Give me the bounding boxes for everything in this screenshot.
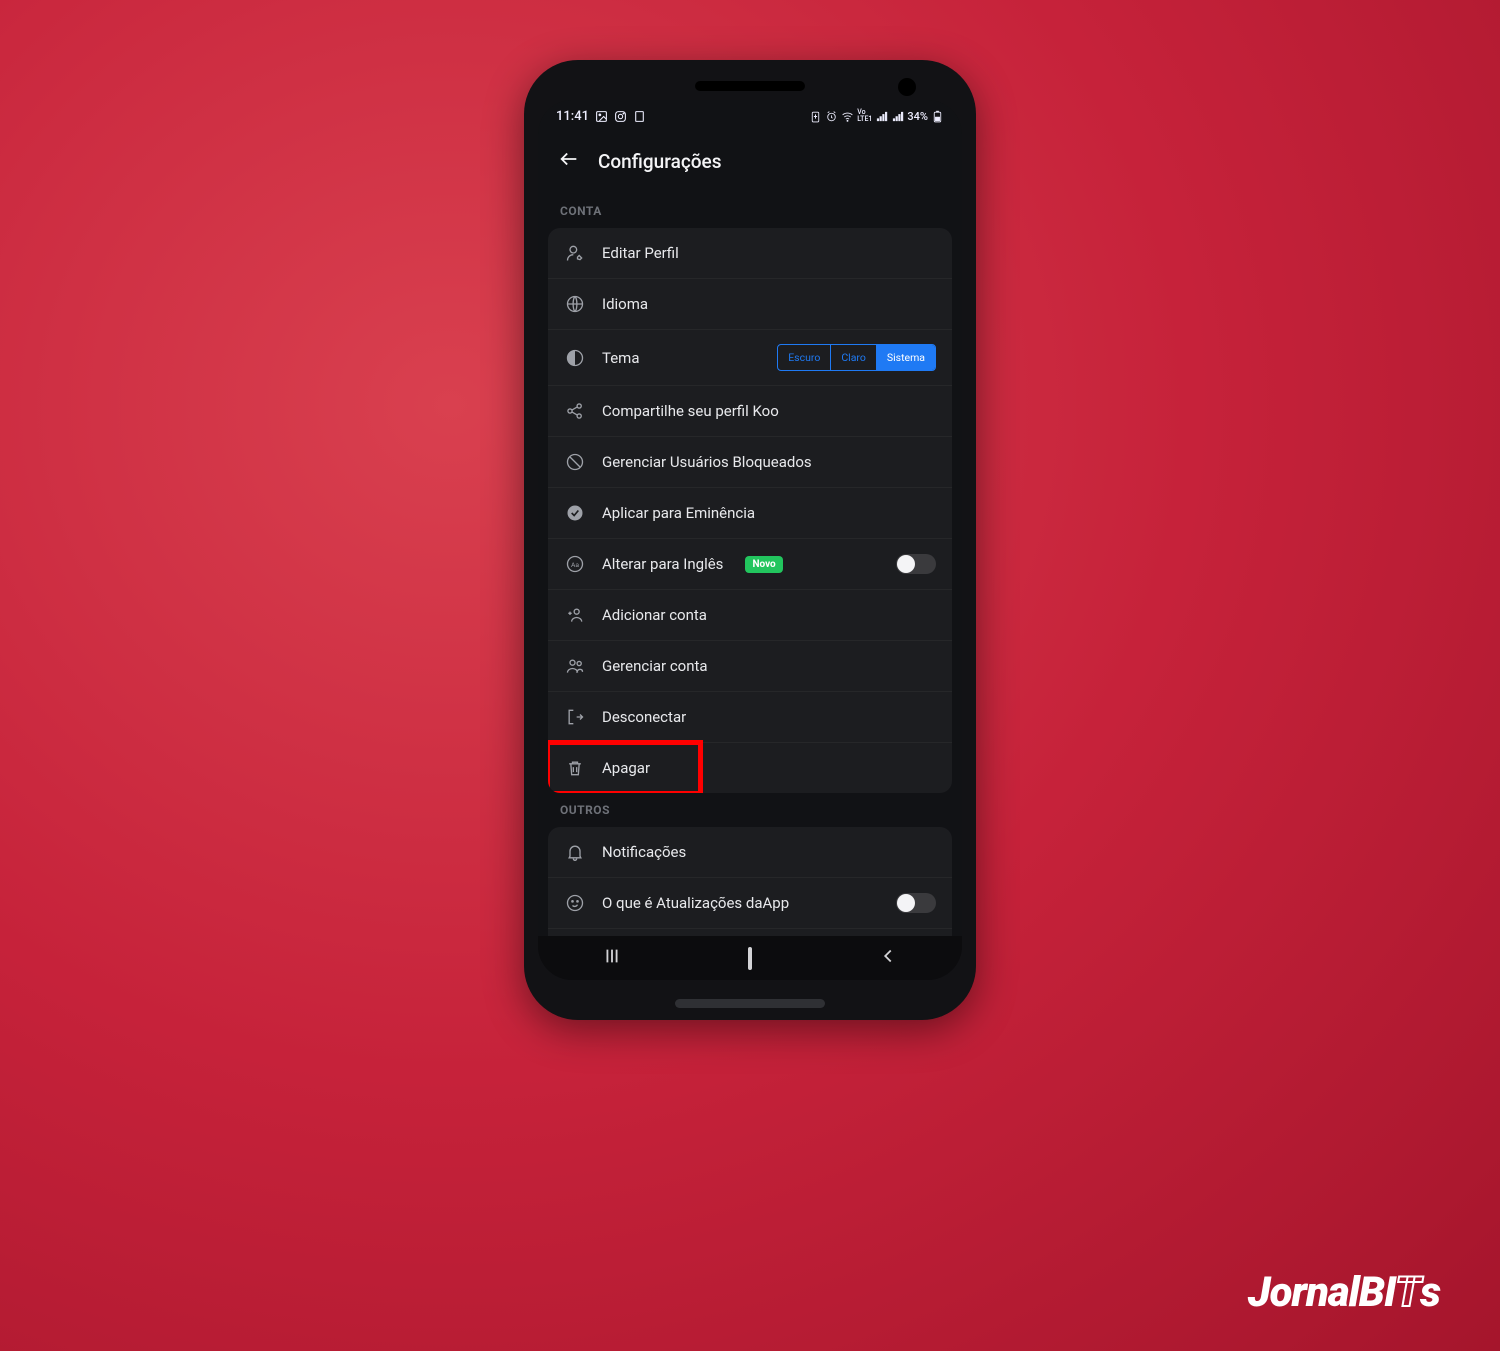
brand-logo: JornalBITs <box>1248 1268 1440 1317</box>
brand-part1: JornalBI <box>1248 1268 1396 1317</box>
bell-icon <box>564 841 586 863</box>
row-label: O que é Atualizações daApp <box>602 894 880 912</box>
status-left: 11:41 <box>556 109 646 124</box>
block-icon <box>564 451 586 473</box>
row-label: Aplicar para Eminência <box>602 504 936 522</box>
row-apply-eminence[interactable]: Aplicar para Eminência <box>548 488 952 539</box>
row-delete[interactable]: Apagar <box>548 743 952 793</box>
back-nav-button[interactable] <box>877 945 899 971</box>
back-button[interactable] <box>558 148 580 174</box>
user-edit-icon <box>564 242 586 264</box>
home-button[interactable] <box>748 949 752 968</box>
battery-icon <box>931 110 944 123</box>
row-disconnect[interactable]: Desconectar <box>548 692 952 743</box>
section-label-account: CONTA <box>538 194 962 228</box>
row-app-updates[interactable]: O que é Atualizações daApp <box>548 878 952 929</box>
front-camera <box>898 78 916 96</box>
speaker-slot <box>695 81 805 91</box>
new-badge: Novo <box>745 556 782 573</box>
brand-part3: s <box>1420 1268 1440 1317</box>
add-user-icon <box>564 604 586 626</box>
status-right: VoLTE1 34% <box>809 109 944 123</box>
row-autoplay-video[interactable]: Reprodução automática de vídeo <box>548 929 952 936</box>
recents-button[interactable] <box>601 945 623 971</box>
font-icon: Aa <box>564 553 586 575</box>
network-label: VoLTE1 <box>857 109 872 123</box>
clock: 11:41 <box>556 109 589 124</box>
row-label: Gerenciar Usuários Bloqueados <box>602 453 936 471</box>
row-label: Gerenciar conta <box>602 657 936 675</box>
signal-icon-1 <box>875 110 888 123</box>
share-icon <box>564 400 586 422</box>
row-switch-english[interactable]: Aa Alterar para Inglês Novo <box>548 539 952 590</box>
svg-text:Aa: Aa <box>571 561 579 569</box>
row-manage-account[interactable]: Gerenciar conta <box>548 641 952 692</box>
users-icon <box>564 655 586 677</box>
toggle-app-updates[interactable] <box>896 893 936 913</box>
row-label: Tema <box>602 349 761 367</box>
row-label: Apagar <box>602 759 936 777</box>
image-icon <box>595 110 608 123</box>
row-add-account[interactable]: Adicionar conta <box>548 590 952 641</box>
globe-icon <box>564 293 586 315</box>
screen: 11:41 VoLTE1 34% Configurações <box>538 100 962 980</box>
settings-body: CONTA Editar Perfil Idioma Tema Escuro C… <box>538 194 962 936</box>
account-card: Editar Perfil Idioma Tema Escuro Claro S… <box>548 228 952 793</box>
row-theme: Tema Escuro Claro Sistema <box>548 330 952 386</box>
check-badge-icon <box>564 502 586 524</box>
row-label: Idioma <box>602 295 936 313</box>
row-edit-profile[interactable]: Editar Perfil <box>548 228 952 279</box>
row-label: Notificações <box>602 843 936 861</box>
battery-percent: 34% <box>907 110 928 123</box>
status-bar: 11:41 VoLTE1 34% <box>538 100 962 132</box>
theme-option-light[interactable]: Claro <box>831 345 877 370</box>
contrast-icon <box>564 347 586 369</box>
row-label: Alterar para Inglês <box>602 555 723 573</box>
row-label: Desconectar <box>602 708 936 726</box>
row-label: Compartilhe seu perfil Koo <box>602 402 936 420</box>
card-icon <box>633 110 646 123</box>
row-share-profile[interactable]: Compartilhe seu perfil Koo <box>548 386 952 437</box>
theme-option-system[interactable]: Sistema <box>877 345 935 370</box>
signal-icon-2 <box>891 110 904 123</box>
wifi-icon <box>841 110 854 123</box>
brand-part2: T <box>1395 1268 1420 1317</box>
header: Configurações <box>538 132 962 194</box>
row-language[interactable]: Idioma <box>548 279 952 330</box>
row-label: Adicionar conta <box>602 606 936 624</box>
theme-option-dark[interactable]: Escuro <box>778 345 831 370</box>
alarm-icon <box>825 110 838 123</box>
row-notifications[interactable]: Notificações <box>548 827 952 878</box>
theme-segmented: Escuro Claro Sistema <box>777 344 936 371</box>
page-title: Configurações <box>598 150 721 173</box>
whatsnew-icon <box>564 892 586 914</box>
instagram-icon <box>614 110 627 123</box>
phone-frame: 11:41 VoLTE1 34% Configurações <box>524 60 976 1020</box>
row-label: Editar Perfil <box>602 244 936 262</box>
trash-icon <box>564 757 586 779</box>
logout-icon <box>564 706 586 728</box>
section-label-others: OUTROS <box>538 793 962 827</box>
home-indicator <box>675 999 825 1008</box>
android-nav-bar <box>538 936 962 980</box>
battery-saver-icon <box>809 110 822 123</box>
row-manage-blocked[interactable]: Gerenciar Usuários Bloqueados <box>548 437 952 488</box>
toggle-switch-english[interactable] <box>896 554 936 574</box>
others-card: Notificações O que é Atualizações daApp … <box>548 827 952 936</box>
